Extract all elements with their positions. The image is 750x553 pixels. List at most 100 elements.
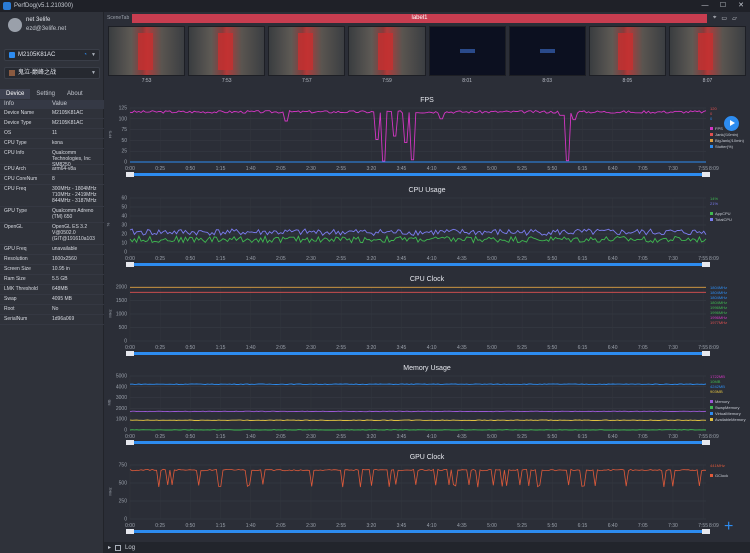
screenshot-thumbnail[interactable] [268,26,346,76]
screenshot-thumbnail[interactable] [108,26,186,76]
range-start-handle[interactable] [126,529,134,534]
expand-icon[interactable]: ▸ [108,544,111,551]
range-start-handle[interactable] [126,262,134,267]
time-range-slider[interactable] [130,530,706,533]
legend-swatch [710,132,713,136]
screenshot-thumbnail[interactable] [428,26,506,76]
legend-swatch [710,144,713,148]
x-tick-label: 2:55 [336,345,346,351]
folder-open-icon[interactable]: ▱ [732,15,737,22]
time-range-slider[interactable] [130,173,706,176]
legend-item[interactable]: GClock [710,472,728,478]
chart-panel: Memory Usage 0 1000 2000 3000 4000 5000 0:00 0:2… [104,364,750,453]
range-start-handle[interactable] [126,351,134,356]
range-end-handle[interactable] [702,351,710,356]
x-tick-label: 7:05 [638,434,648,440]
x-tick-label: 1:15 [216,523,226,529]
x-tick-label: 5:25 [517,434,527,440]
time-range-slider[interactable] [130,352,706,355]
info-key: OpenGL [4,224,23,230]
folder-icon[interactable]: ▭ [721,15,727,22]
x-tick-label: 3:20 [366,256,376,262]
scene-tab-label[interactable]: SceneTab [104,15,132,21]
x-tick-label: 7:30 [668,434,678,440]
range-end-handle[interactable] [702,262,710,267]
x-tick-label: 6:40 [608,256,618,262]
x-tick-label: 7:30 [668,345,678,351]
x-tick-label: 7:05 [638,345,648,351]
x-tick-label: 2:05 [276,166,286,172]
y-tick-label: 2000 [116,285,127,291]
y-tick-label: 0 [124,517,127,523]
tab-setting[interactable]: Setting [30,89,61,99]
range-end-handle[interactable] [702,529,710,534]
x-tick-label: 1:40 [246,256,256,262]
info-key: OS [4,130,12,136]
legend-item[interactable]: Stutter(%) [710,143,744,149]
info-value: 4095 MB [52,296,73,302]
location-icon[interactable]: ⌖ [713,15,716,22]
x-tick-label: 4:10 [427,523,437,529]
legend-label: FPS [715,125,723,131]
add-chart-icon[interactable]: + [724,519,733,535]
y-tick-label: 500 [119,481,128,487]
x-tick-label: 7:55 [698,345,708,351]
range-end-handle[interactable] [702,172,710,177]
maximize-button[interactable]: ☐ [714,0,732,12]
x-tick-label: 7:30 [668,523,678,529]
x-tick-label: 7:55 [698,523,708,529]
device-select[interactable]: M2105K81AC ◔ ▼ [4,49,100,61]
window-title: PerfDog(v5.1.210300) [14,3,74,9]
current-value: 1977MHz [710,320,728,325]
chart-svg: 0 250 500 750 0:00 0:25 0:50 1:15 1:40 2:05 2:30 2:… [119,463,719,534]
scene-bar: SceneTab label1 ⌖ ▭ ▱ [104,12,750,24]
screenshot-thumbnail[interactable] [508,26,586,76]
time-range-slider[interactable] [130,263,706,266]
screenshot-time: 8:03 [542,78,553,84]
close-button[interactable]: ✕ [732,0,750,12]
screenshot-thumbnail[interactable] [348,26,426,76]
play-button[interactable] [724,116,739,131]
info-value: M2105K81AC [52,110,84,116]
screenshot-thumbnail[interactable] [668,26,746,76]
app-select[interactable]: 鬼泣-巅峰之战 ▼ [4,67,100,79]
legend-label: TotalCPU [715,216,732,222]
time-range-slider[interactable] [130,441,706,444]
x-tick-label: 0:50 [185,434,195,440]
y-tick-label: 0 [124,250,127,256]
user-email: ezd@3elife.net [26,26,67,32]
info-row: GPU Type Qualcomm Adreno (TM) 650 [0,207,104,223]
range-start-handle[interactable] [126,172,134,177]
info-value: 300MHz - 1804MHz 710MHz - 2419MHz 844MHz… [52,186,97,204]
x-tick-label: 3:45 [397,523,407,529]
screenshot-thumbnail[interactable] [588,26,666,76]
info-key: CPU Type [4,140,27,146]
minimize-button[interactable]: — [696,0,714,12]
x-tick-label: 0:50 [185,256,195,262]
log-checkbox[interactable] [115,544,122,551]
legend-item[interactable]: AvailableMemory [710,416,746,422]
x-tick-label: 0:50 [185,523,195,529]
legend-item[interactable]: VirtualMemory [710,410,746,416]
info-row: Device Name M2105K81AC [0,109,104,119]
x-tick-label: 6:40 [608,345,618,351]
x-tick-label: 2:55 [336,523,346,529]
scene-label[interactable]: label1 [132,13,707,23]
y-tick-label: 2000 [116,406,127,412]
tab-device[interactable]: Device [0,89,31,99]
range-start-handle[interactable] [126,440,134,445]
x-tick-label: 2:30 [306,345,316,351]
screenshot-thumbnail[interactable] [188,26,266,76]
x-tick-label: 7:55 [698,434,708,440]
x-tick-label: 2:05 [276,523,286,529]
info-value: 648MB [52,286,68,292]
tab-about[interactable]: About [61,89,89,99]
x-tick-label: 0:00 [125,434,135,440]
legend-item[interactable]: TotalCPU [710,216,732,222]
legend-item[interactable]: BigJank(/10min) [710,137,744,143]
range-end-handle[interactable] [702,440,710,445]
chart-panel: CPU Usage 0 10 20 30 40 50 60 0:00 0:25 0:50 1:15 1:… [104,186,750,275]
screenshot-times: 7:53 7:53 7:57 7:59 8:01 8:03 8:05 8:07 [108,78,746,84]
x-tick-label: 1:40 [246,434,256,440]
avatar[interactable] [8,18,22,32]
